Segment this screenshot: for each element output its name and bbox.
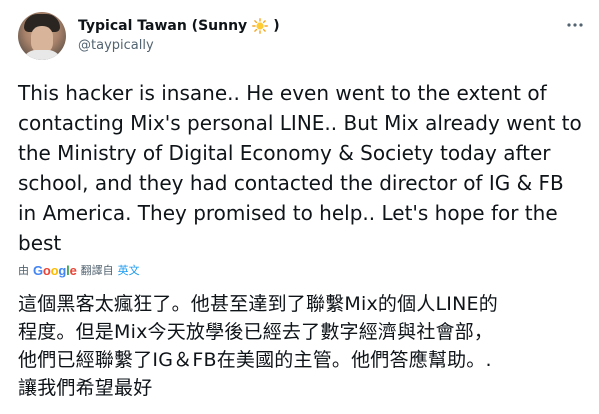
translated-line: 這個黑客太瘋狂了。他甚至達到了聯繫Mix的個人LINE的 — [18, 293, 498, 315]
translated-line: 他們已經聯繫了IG＆FB在美國的主管。他們答應幫助。. — [18, 349, 492, 371]
author-handle[interactable]: @taypically — [78, 38, 154, 53]
translated-by-label: 由 — [18, 264, 29, 277]
source-language-link[interactable]: 英文 — [118, 262, 140, 278]
translated-line: 程度。但是Mix今天放學後已經去了數字經濟與社會部， — [18, 321, 494, 343]
author-name[interactable]: Typical Tawan (Sunny ) — [78, 18, 280, 34]
author-display-name: Typical Tawan (Sunny — [78, 18, 248, 34]
google-logo: Google — [33, 262, 77, 278]
avatar[interactable] — [18, 12, 66, 60]
ellipsis-icon — [567, 23, 583, 27]
tweet-text: This hacker is insane.. He even went to … — [18, 81, 582, 255]
sun-icon — [252, 18, 269, 34]
translation-attribution: 由 Google 翻譯自 英文 — [18, 262, 140, 278]
translated-line: 讓我們希望最好 — [18, 377, 153, 399]
translated-text: 這個黑客太瘋狂了。他甚至達到了聯繫Mix的個人LINE的 程度。但是Mix今天放… — [18, 290, 593, 402]
translated-from-label: 翻譯自 — [80, 264, 114, 277]
author-name-suffix: ) — [273, 18, 280, 34]
more-options-icon[interactable] — [564, 14, 586, 36]
